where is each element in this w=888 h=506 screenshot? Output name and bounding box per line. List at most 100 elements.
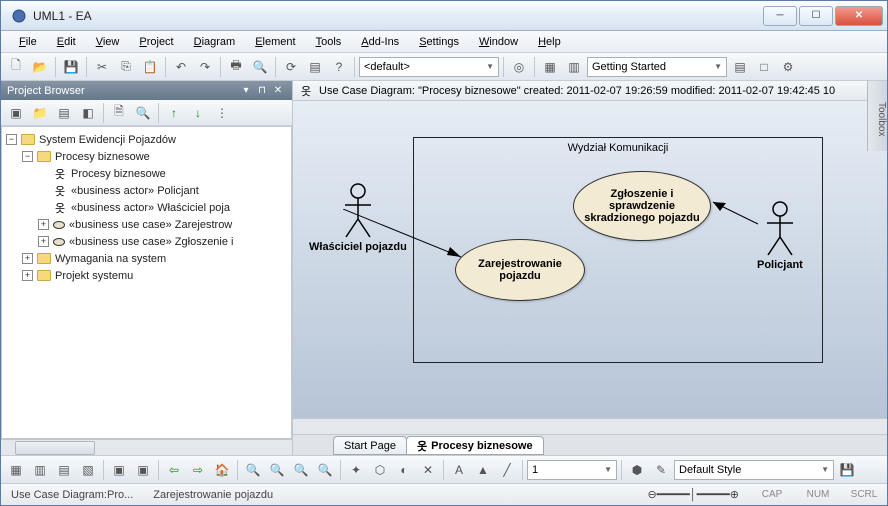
box-icon[interactable]: □ — [753, 56, 775, 78]
project-browser-header[interactable]: Project Browser ▾ ⊓ ✕ — [1, 81, 292, 100]
tree-wymagania[interactable]: + Wymagania na system — [4, 250, 289, 267]
group-icon[interactable]: ▣ — [132, 459, 154, 481]
tree-actor-policjant[interactable]: 옷 «business actor» Policjant — [4, 182, 289, 199]
menu-view[interactable]: View — [88, 34, 128, 50]
pb-up-icon[interactable]: ↑ — [163, 102, 185, 124]
group-icon[interactable]: ▣ — [108, 459, 130, 481]
print-button[interactable]: 🖶 — [225, 56, 247, 78]
back-icon[interactable]: ⇦ — [163, 459, 185, 481]
pb-dropdown-icon[interactable]: ▾ — [238, 85, 254, 96]
line-icon[interactable]: ╱ — [496, 459, 518, 481]
cut-button[interactable]: ✂ — [91, 56, 113, 78]
new-button[interactable]: 🗋 — [5, 56, 27, 78]
pb-scrollbar[interactable] — [1, 439, 292, 455]
font-icon[interactable]: A — [448, 459, 470, 481]
refresh-button[interactable]: ⟳ — [280, 56, 302, 78]
zoom-fit-icon[interactable]: 🔍 — [242, 459, 264, 481]
align-icon[interactable]: ▦ — [5, 459, 27, 481]
tab-procesy[interactable]: 옷 Procesy biznesowe — [406, 436, 544, 455]
zoom-100-icon[interactable]: 🔍 — [314, 459, 336, 481]
actor-wlasciciel[interactable]: Właściciel pojazdu — [309, 183, 407, 253]
home-icon[interactable]: 🏠 — [211, 459, 233, 481]
pb-down-icon[interactable]: ↓ — [187, 102, 209, 124]
menu-element[interactable]: Element — [247, 34, 303, 50]
open-button[interactable]: 📂 — [29, 56, 51, 78]
tree-procesy[interactable]: − Procesy biznesowe — [4, 148, 289, 165]
expand-icon[interactable]: + — [22, 253, 33, 264]
tree-uc-zgloszenie[interactable]: + «business use case» Zgłoszenie i — [4, 233, 289, 250]
tab-start-page[interactable]: Start Page — [333, 436, 407, 455]
target-icon[interactable]: ◎ — [508, 56, 530, 78]
pb-pin-icon[interactable]: ⊓ — [254, 85, 270, 96]
tool-icon[interactable]: ⬡ — [369, 459, 391, 481]
actor-policjant[interactable]: Policjant — [757, 201, 803, 271]
pb-search-icon[interactable]: 🔍 — [132, 102, 154, 124]
search-button[interactable]: 🔍 — [249, 56, 271, 78]
toolbox-tab[interactable]: Toolbox — [867, 81, 887, 151]
style-select[interactable]: Default Style▼ — [674, 460, 834, 480]
tree-root[interactable]: − System Ewidencji Pojazdów — [4, 131, 289, 148]
tool-icon[interactable]: ◐ — [393, 459, 415, 481]
expand-icon[interactable]: + — [22, 270, 33, 281]
gear-icon[interactable]: ⚙ — [777, 56, 799, 78]
paste-button[interactable]: 📋 — [139, 56, 161, 78]
canvas-scrollbar[interactable] — [293, 418, 887, 434]
tool-icon[interactable]: ✦ — [345, 459, 367, 481]
menu-edit[interactable]: Edit — [49, 34, 84, 50]
menu-file[interactable]: File — [11, 34, 45, 50]
menu-addins[interactable]: Add-Ins — [353, 34, 407, 50]
tree-diagram[interactable]: 옷 Procesy biznesowe — [4, 165, 289, 182]
diagram-canvas[interactable]: Wydział Komunikacji Właściciel pojazdu P… — [293, 101, 887, 418]
project-tree[interactable]: − System Ewidencji Pojazdów − Procesy bi… — [1, 126, 292, 439]
pb-pkg-icon[interactable]: 📁 — [29, 102, 51, 124]
usecase-zarejestrowanie[interactable]: Zarejestrowanie pojazdu — [455, 239, 585, 301]
fwd-icon[interactable]: ⇨ — [187, 459, 209, 481]
tree-actor-wlasciciel[interactable]: 옷 «business actor» Właściciel poja — [4, 199, 289, 216]
pb-close-icon[interactable]: ✕ — [270, 85, 286, 96]
linewidth-select[interactable]: 1▼ — [527, 460, 617, 480]
zoom-in-icon[interactable]: 🔍 — [266, 459, 288, 481]
menu-project[interactable]: Project — [131, 34, 181, 50]
undo-button[interactable]: ↶ — [170, 56, 192, 78]
tool-icon[interactable]: ✎ — [650, 459, 672, 481]
minimize-button[interactable]: ─ — [763, 6, 797, 26]
perspective-select[interactable]: <default> ▼ — [359, 57, 499, 77]
pb-doc-icon[interactable]: 🗎 — [108, 102, 130, 124]
save-style-icon[interactable]: 💾 — [836, 459, 858, 481]
maximize-button[interactable]: ☐ — [799, 6, 833, 26]
tool-icon[interactable]: ⬢ — [626, 459, 648, 481]
menu-settings[interactable]: Settings — [411, 34, 467, 50]
collapse-icon[interactable]: − — [6, 134, 17, 145]
doc-icon[interactable]: ▤ — [729, 56, 751, 78]
save-button[interactable]: 💾 — [60, 56, 82, 78]
titlebar[interactable]: UML1 - EA ─ ☐ ✕ — [1, 1, 887, 31]
menu-tools[interactable]: Tools — [308, 34, 350, 50]
align-icon[interactable]: ▥ — [29, 459, 51, 481]
fill-icon[interactable]: ▲ — [472, 459, 494, 481]
help-button[interactable]: ? — [328, 56, 350, 78]
collapse-icon[interactable]: − — [22, 151, 33, 162]
menu-diagram[interactable]: Diagram — [186, 34, 244, 50]
tree-projekt[interactable]: + Projekt systemu — [4, 267, 289, 284]
copy-button[interactable]: ⎘ — [115, 56, 137, 78]
tool-icon[interactable]: ✕ — [417, 459, 439, 481]
layout2-icon[interactable]: ▥ — [563, 56, 585, 78]
align-icon[interactable]: ▤ — [53, 459, 75, 481]
pb-new-icon[interactable]: ▣ — [5, 102, 27, 124]
pb-menu-icon[interactable]: ⋮ — [211, 102, 233, 124]
expand-icon[interactable]: + — [38, 236, 49, 247]
redo-button[interactable]: ↷ — [194, 56, 216, 78]
menu-help[interactable]: Help — [530, 34, 569, 50]
tree-icon[interactable]: ▤ — [304, 56, 326, 78]
zoom-out-icon[interactable]: 🔍 — [290, 459, 312, 481]
close-button[interactable]: ✕ — [835, 6, 883, 26]
layout1-icon[interactable]: ▦ — [539, 56, 561, 78]
pb-elem-icon[interactable]: ◧ — [77, 102, 99, 124]
usecase-zgloszenie[interactable]: Zgłoszenie i sprawdzenie skradzionego po… — [573, 171, 711, 241]
zoom-slider[interactable]: ⊖━━━━━│━━━━━⊕ — [643, 488, 743, 501]
pb-diag-icon[interactable]: ▤ — [53, 102, 75, 124]
expand-icon[interactable]: + — [38, 219, 49, 230]
start-select[interactable]: Getting Started ▼ — [587, 57, 727, 77]
tree-uc-zarejestrow[interactable]: + «business use case» Zarejestrow — [4, 216, 289, 233]
menu-window[interactable]: Window — [471, 34, 526, 50]
